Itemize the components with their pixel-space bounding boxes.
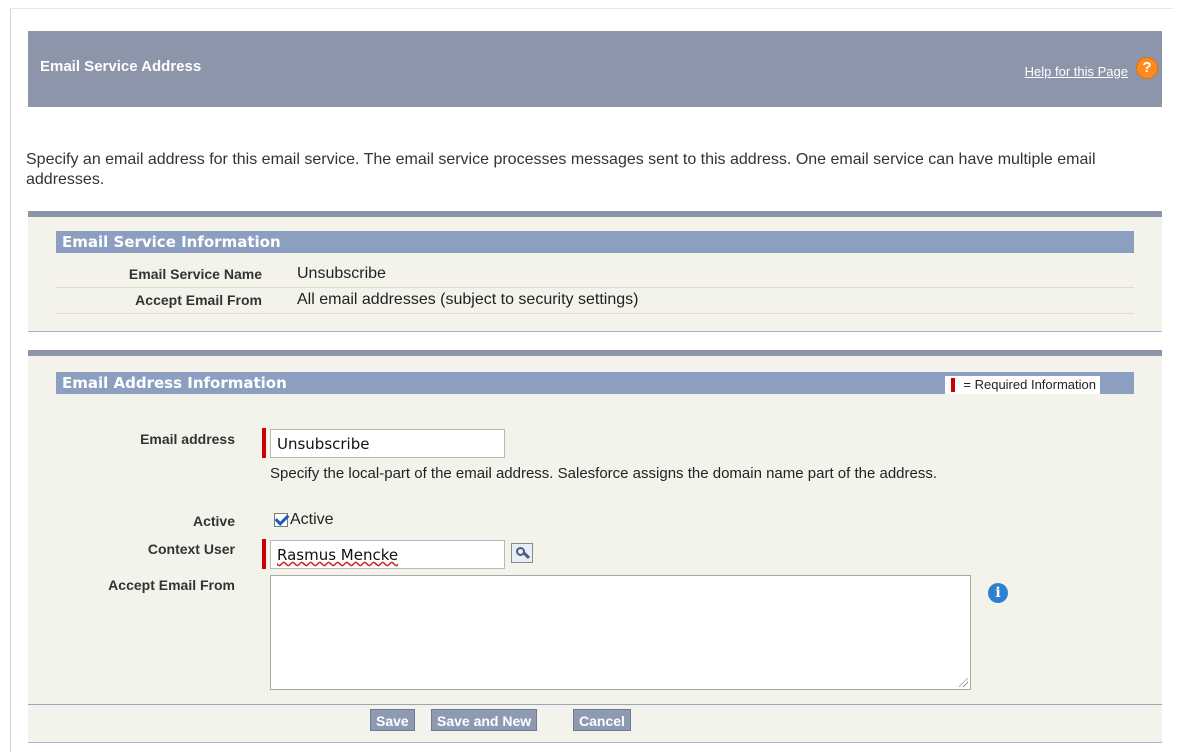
accept-email-from-value: All email addresses (subject to security…	[297, 291, 639, 308]
email-service-name-value: Unsubscribe	[297, 265, 386, 282]
context-user-label: Context User	[147, 541, 235, 557]
required-marker-icon	[951, 378, 956, 392]
context-user-input[interactable]: Rasmus Mencke	[270, 540, 505, 569]
page-header: Email Service Address Help for this Page…	[28, 31, 1162, 107]
section-header: Email Service Information	[56, 231, 1134, 253]
accept-email-from-label: Accept Email From	[135, 292, 262, 308]
required-legend-text: = Required Information	[963, 377, 1096, 392]
email-service-information-section: Email Service Information Email Service …	[28, 211, 1162, 332]
save-button[interactable]: Save	[370, 709, 415, 731]
required-legend: = Required Information	[945, 376, 1100, 394]
required-indicator	[262, 539, 266, 569]
detail-row: Accept Email From All email addresses (s…	[56, 289, 1134, 314]
lookup-icon[interactable]	[511, 543, 533, 563]
email-address-help-text: Specify the local-part of the email addr…	[270, 465, 938, 482]
accept-email-from-field-label: Accept Email From	[108, 577, 235, 593]
info-icon[interactable]: i	[988, 583, 1008, 603]
accept-email-from-textarea[interactable]	[270, 575, 971, 690]
resize-handle-icon[interactable]	[959, 678, 968, 687]
page-title: Email Service Address	[40, 58, 202, 75]
active-label: Active	[192, 513, 235, 529]
active-checkbox-label: Active	[290, 511, 334, 528]
required-indicator	[262, 428, 266, 458]
email-address-label: Email address	[140, 431, 235, 447]
email-service-name-label: Email Service Name	[128, 266, 262, 282]
button-bar: Save Save and New Cancel	[28, 704, 1162, 735]
cancel-button[interactable]: Cancel	[573, 709, 631, 731]
detail-row: Email Service Name Unsubscribe	[56, 263, 1134, 288]
help-for-page-link[interactable]: Help for this Page	[1025, 64, 1128, 79]
save-and-new-button[interactable]: Save and New	[431, 709, 538, 731]
active-checkbox[interactable]	[274, 513, 288, 527]
help-icon[interactable]: ?	[1136, 57, 1158, 79]
email-address-input[interactable]: Unsubscribe	[270, 429, 505, 458]
intro-text: Specify an email address for this email …	[26, 151, 1096, 188]
